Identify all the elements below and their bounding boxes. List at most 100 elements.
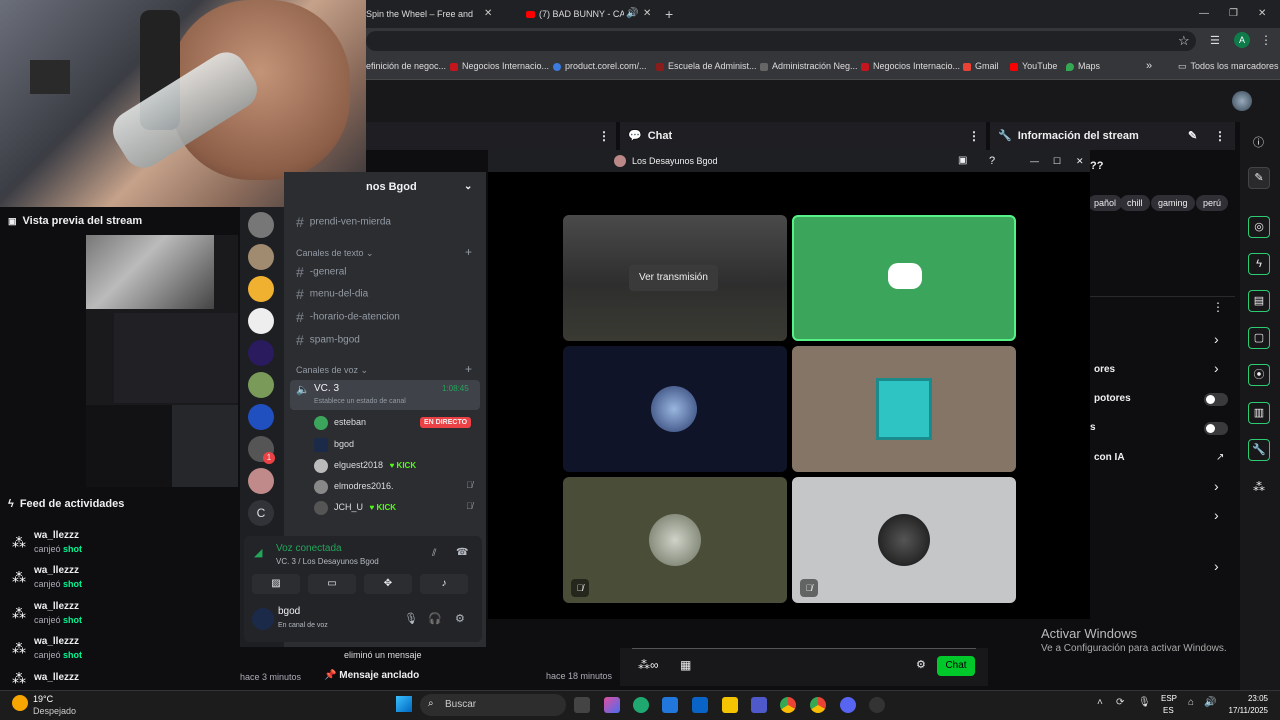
popout-icon[interactable]: ▣ [958,150,967,172]
bookmark-item[interactable]: efinición de negoc... [366,58,446,74]
clock-time[interactable]: 23:05 [1232,694,1268,703]
voice-category[interactable]: Canales de voz ⌄ [296,365,368,376]
all-bookmarks-folder[interactable]: ▭ Todos los marcadores [1178,58,1279,74]
server-icon[interactable] [248,340,274,366]
store-icon[interactable]: ▦ [680,658,691,672]
chevron-right-icon[interactable]: › [1214,360,1219,376]
tag-chip[interactable]: pañol [1088,195,1123,211]
bookmark-item[interactable]: Escuela de Administ... [656,58,757,74]
copilot-icon[interactable] [604,697,620,713]
close-tab-icon[interactable]: ✕ [643,4,651,24]
channel-item[interactable]: # spam-bgod [296,332,360,349]
close-window-icon[interactable]: ✕ [1076,150,1084,172]
bookmark-item[interactable]: Negocios Internacio... [861,58,960,74]
teams-icon[interactable] [751,697,767,713]
bookmark-item[interactable]: Maps [1066,58,1100,74]
obs-icon[interactable] [869,697,885,713]
url-field[interactable] [366,31,1196,51]
edit-pencil-icon[interactable]: ✎ [1188,122,1197,150]
chrome-icon[interactable] [780,697,796,713]
chat-menu-icon[interactable]: ⋮ [968,122,980,150]
weather-icon[interactable] [12,695,28,711]
server-icon[interactable] [248,308,274,334]
server-icon[interactable] [248,468,274,494]
voice-user[interactable]: JCH_U ♥ KICK [314,500,396,515]
tag-chip[interactable]: perú [1196,195,1229,211]
user-avatar[interactable] [1232,91,1252,111]
close-window-icon[interactable]: ✕ [1258,4,1266,24]
tag-chip[interactable]: gaming [1151,195,1195,211]
camera-toggle-button[interactable]: ▨ [252,574,300,594]
clip-icon[interactable]: ◎ [1248,216,1270,238]
chrome-profile-icon[interactable] [810,697,826,713]
chevron-right-icon[interactable]: › [1214,331,1219,347]
layout-icon[interactable]: ▥ [1248,402,1270,424]
server-icon[interactable] [248,244,274,270]
user-tile[interactable]: 🎙̸ [792,477,1016,603]
bookmark-item[interactable]: Gmail [963,58,999,74]
chevron-right-icon[interactable]: › [1214,558,1219,574]
voice-user[interactable]: elguest2018 ♥ KICK [314,458,416,473]
close-tab-icon[interactable]: ✕ [484,4,492,24]
store-app-icon[interactable] [662,697,678,713]
screen-share-button[interactable]: ▭ [308,574,356,594]
chevron-right-icon[interactable]: › [1214,507,1219,523]
lightning-icon[interactable]: ϟ [1248,253,1270,275]
chat-send-button[interactable]: Chat [937,656,975,676]
add-channel-icon[interactable]: + [465,362,472,376]
discord-server-header[interactable]: nos Bgod ⌄ [366,172,486,202]
user-tile[interactable] [563,346,787,472]
channel-item[interactable]: # -horario-de-atencion [296,309,400,326]
windows-start-icon[interactable] [396,696,412,712]
panel-menu-icon[interactable]: ⋮ [598,122,610,150]
watch-stream-button[interactable]: Ver transmisión [629,265,718,291]
feed-item[interactable]: ⁂ wa_llezzz canjeó shot [0,632,240,668]
feed-item[interactable]: ⁂ wa_llezzz canjeó shot [0,526,240,562]
avatar[interactable] [252,608,274,630]
server-icon[interactable] [248,372,274,398]
bookmark-star-icon[interactable]: ☆ [1178,33,1190,49]
wrench-rail-icon[interactable]: 🔧 [1248,439,1270,461]
broadcast-icon[interactable]: ⦿ [1248,364,1270,386]
task-view-icon[interactable] [574,697,590,713]
feed-item[interactable]: ⁂ wa_llezzz [0,668,240,688]
headphones-icon[interactable]: 🎧 [428,612,442,625]
tab-bad-bunny[interactable]: (7) BAD BUNNY - CALLAÍTA [524,4,624,24]
external-link-icon[interactable]: ↗ [1216,452,1224,463]
chat-settings-icon[interactable]: ⚙ [916,658,926,671]
volume-icon[interactable]: 🔊 [1204,697,1216,708]
stream-preview-image[interactable] [86,235,238,487]
activities-button[interactable]: ✥ [364,574,412,594]
bookmark-item[interactable]: YouTube [1010,58,1057,74]
outlook-icon[interactable] [692,697,708,713]
tab-spin-wheel[interactable]: Spin the Wheel – Free and easy [366,4,476,24]
help-icon[interactable]: ? [989,150,995,172]
maximize-icon[interactable]: ☐ [1053,150,1061,172]
bookmark-item[interactable]: product.corel.com/... [553,58,647,74]
voice-channel-active[interactable]: 🔈 VC. 3 1:08:45 Establece un estado de c… [290,380,480,410]
channel-item[interactable]: # menu-del-dia [296,286,368,303]
disconnect-icon[interactable]: ☎ [456,547,468,558]
bookmark-item[interactable]: Negocios Internacio... [450,58,549,74]
text-category[interactable]: Canales de texto ⌄ [296,248,374,259]
sync-icon[interactable]: ⟳ [1116,697,1124,708]
menu-icon[interactable]: ⋮ [1260,33,1272,47]
connections-icon[interactable]: ⁂ [1253,480,1265,494]
add-channel-icon[interactable]: + [465,245,472,259]
mic-icon[interactable]: 🎙 [404,612,418,625]
noise-suppression-icon[interactable]: ⫽ [432,548,436,559]
channel-points-icon[interactable]: ⁂∞ [638,658,659,672]
channel-item[interactable]: # prendi-ven-mierda [296,214,391,231]
toggle-switch[interactable] [1204,393,1228,406]
discord-taskbar-icon[interactable] [840,697,856,713]
info-icon[interactable]: ⓘ [1253,134,1264,150]
server-icon[interactable] [248,404,274,430]
stream-info-menu-icon[interactable]: ⋮ [1214,122,1226,150]
feed-item[interactable]: ⁂ wa_llezzz canjeó shot [0,597,240,633]
user-settings-icon[interactable]: ⚙ [455,612,465,625]
tab-search-icon[interactable]: ☰ [1210,34,1220,47]
new-tab-icon[interactable]: + [665,4,673,24]
voice-user[interactable]: esteban [314,415,366,430]
voice-user[interactable]: bgod [314,437,354,452]
minimize-icon[interactable]: — [1199,4,1209,24]
